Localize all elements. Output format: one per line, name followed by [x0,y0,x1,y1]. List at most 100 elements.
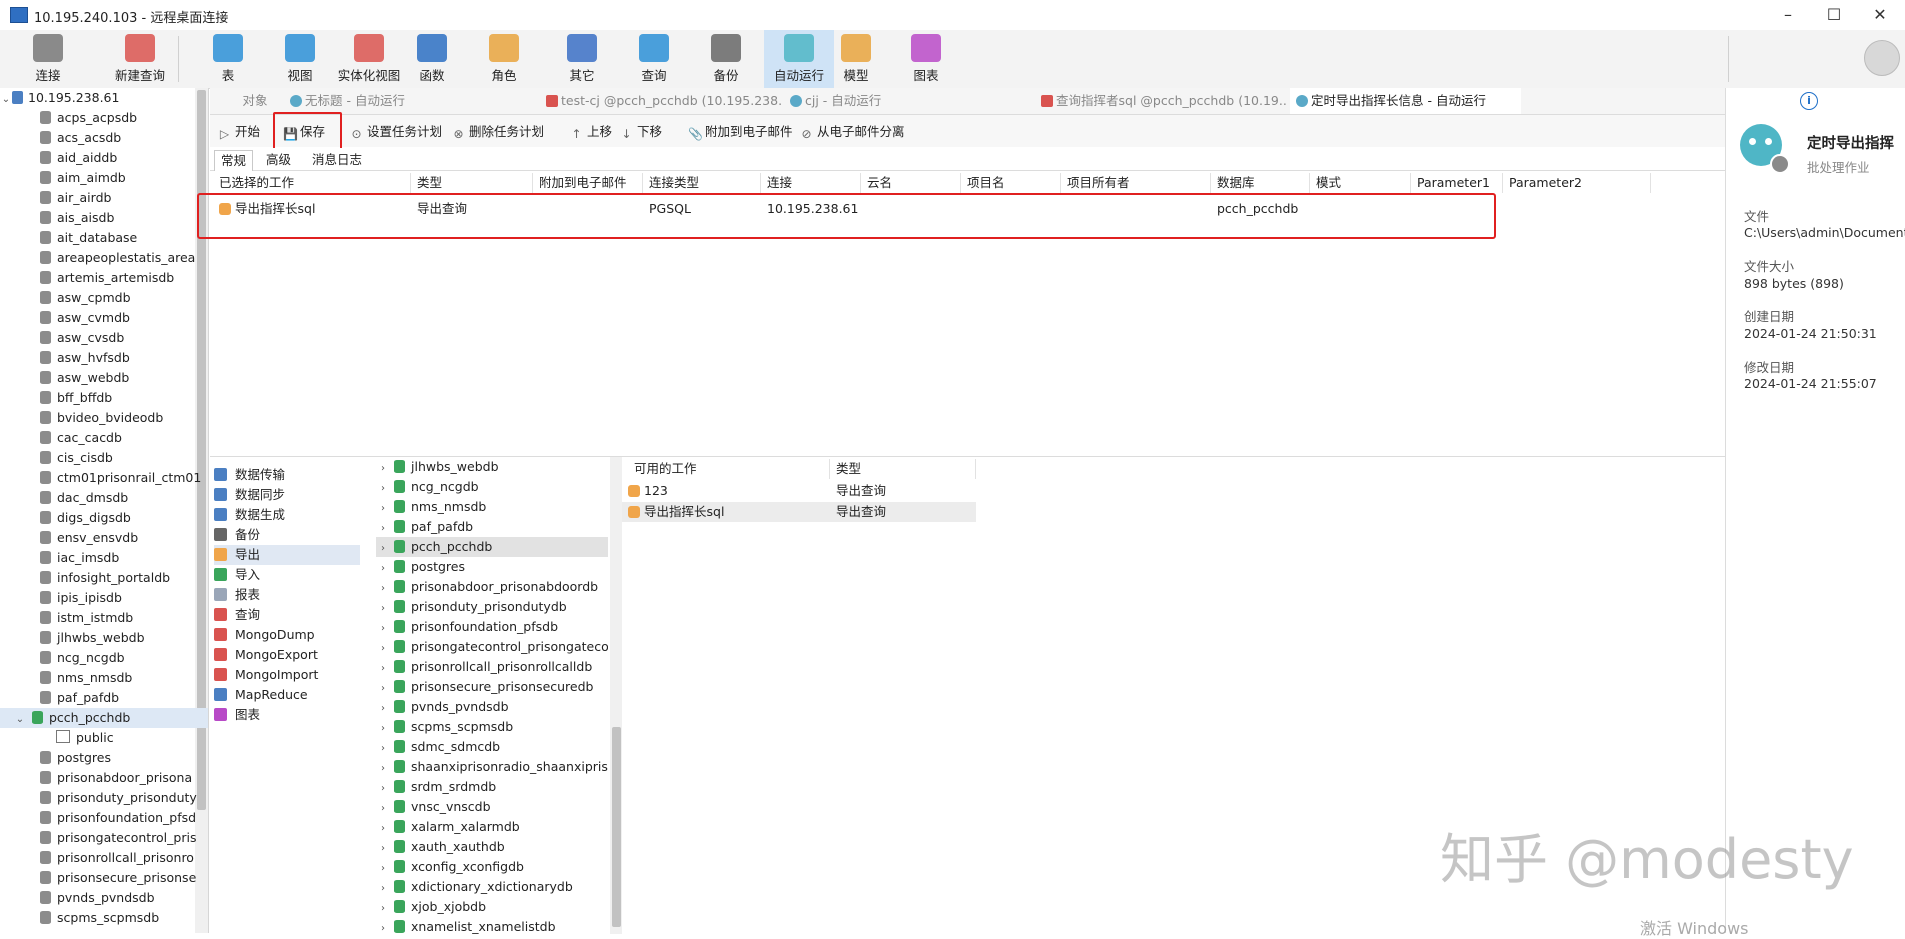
database-list-item[interactable]: › prisonfoundation_pfsdb [376,617,608,637]
chevron-right-icon[interactable]: › [376,879,390,897]
jobs-column-header[interactable]: Parameter1 [1411,173,1503,193]
database-list-item[interactable]: › pvnds_pvndsdb [376,697,608,717]
tree-database-item[interactable]: bff_bffdb [0,388,208,408]
ribbon-connect-button[interactable]: 连接 [24,30,72,88]
jobs-column-header[interactable]: 连接类型 [643,173,761,193]
database-list-item[interactable]: › ncg_ncgdb [376,477,608,497]
toolbar-button-schedule[interactable]: ⊙ 设置任务计划 [350,122,442,142]
available-row-work[interactable]: 123 [622,481,668,501]
database-list-item[interactable]: › xauth_xauthdb [376,837,608,857]
category-item[interactable]: 图表 [214,705,360,725]
maximize-button[interactable]: ☐ [1811,2,1857,28]
chevron-right-icon[interactable]: › [376,659,390,677]
available-column-header[interactable]: 类型 [830,459,976,479]
database-list-item[interactable]: › xnamelist_xnamelistdb [376,917,608,934]
jobs-column-header[interactable]: 云名 [861,173,961,193]
chevron-right-icon[interactable]: › [376,619,390,637]
tab-5[interactable]: 定时导出指挥长信息 - 自动运行 [1290,88,1521,114]
subtab-0[interactable]: 常规 [214,150,254,171]
toolbar-button-play[interactable]: ▷ 开始 [218,122,260,142]
jobs-column-header[interactable]: 项目所有者 [1061,173,1211,193]
database-list-item[interactable]: › shaanxiprisonradio_shaanxipriso [376,757,608,777]
category-item[interactable]: MongoDump [214,625,360,645]
tree-database-item[interactable]: asw_webdb [0,368,208,388]
ribbon-matview-button[interactable]: 实体化视图 [330,30,408,88]
toolbar-button-arrow-up[interactable]: ↑ 上移 [570,122,612,142]
ribbon-chart-button[interactable]: 图表 [908,30,944,88]
chevron-right-icon[interactable]: › [376,579,390,597]
jobs-column-header[interactable]: 类型 [411,173,533,193]
chevron-right-icon[interactable]: › [376,499,390,517]
toolbar-button-arrow-down[interactable]: ↓ 下移 [620,122,662,142]
ribbon-query-button[interactable]: 查询 [636,30,672,88]
jobs-column-header[interactable]: 数据库 [1211,173,1310,193]
ribbon-view-button[interactable]: 视图 [282,30,318,88]
tree-database-item[interactable]: prisonrollcall_prisonro [0,848,208,868]
database-list-item[interactable]: › prisongatecontrol_prisongatecor [376,637,608,657]
ribbon-role-button[interactable]: 角色 [486,30,522,88]
ribbon-newquery-button[interactable]: 新建查询 [96,30,184,88]
tree-database-item[interactable]: asw_cvsdb [0,328,208,348]
chevron-right-icon[interactable]: › [376,479,390,497]
database-list-scrollbar[interactable] [610,457,622,934]
tree-database-item[interactable]: asw_cpmdb [0,288,208,308]
tree-database-item[interactable]: acps_acpsdb [0,108,208,128]
tree-database-item[interactable]: istm_istmdb [0,608,208,628]
available-column-header[interactable]: 可用的工作 [628,459,830,479]
chevron-right-icon[interactable]: › [376,459,390,477]
database-list-item[interactable]: › paf_pafdb [376,517,608,537]
tree-database-item[interactable]: aim_aimdb [0,168,208,188]
database-list-item[interactable]: › xjob_xjobdb [376,897,608,917]
category-item[interactable]: 数据生成 [214,505,360,525]
tree-database-item[interactable]: nms_nmsdb [0,668,208,688]
database-list-item[interactable]: › sdmc_sdmcdb [376,737,608,757]
chevron-right-icon[interactable]: › [376,899,390,917]
tree-database-item[interactable]: areapeoplestatis_area [0,248,208,268]
chevron-right-icon[interactable]: › [376,799,390,817]
tree-database-item[interactable]: infosight_portaldb [0,568,208,588]
database-list-item[interactable]: › xalarm_xalarmdb [376,817,608,837]
tree-database-item[interactable]: prisongatecontrol_pris [0,828,208,848]
chevron-right-icon[interactable]: › [376,559,390,577]
tree-database-item[interactable]: ait_database [0,228,208,248]
tree-database-item[interactable]: prisonfoundation_pfsd [0,808,208,828]
tree-database-item[interactable]: ctm01prisonrail_ctm01 [0,468,208,488]
tree-database-item[interactable]: ensv_ensvdb [0,528,208,548]
tree-database-item[interactable]: ncg_ncgdb [0,648,208,668]
database-list-item[interactable]: › srdm_srdmdb [376,777,608,797]
chevron-right-icon[interactable]: › [376,779,390,797]
category-item[interactable]: 导入 [214,565,360,585]
tree-database-item[interactable]: ipis_ipisdb [0,588,208,608]
tree-database-item[interactable]: asw_hvfsdb [0,348,208,368]
chevron-right-icon[interactable]: › [376,739,390,757]
tree-database-item[interactable]: cac_cacdb [0,428,208,448]
ribbon-automation-button[interactable]: 自动运行 [764,30,834,88]
tab-2[interactable]: test-cj @pcch_pcchdb (10.195.238.61... [540,88,782,114]
tree-database-item[interactable]: artemis_artemisdb [0,268,208,288]
ribbon-backup-button[interactable]: 备份 [708,30,744,88]
chevron-down-icon[interactable]: ⌄ [0,90,12,108]
tab-3[interactable]: cjj - 自动运行 [784,88,1035,114]
jobs-column-header[interactable]: 已选择的工作 [213,173,411,193]
chevron-right-icon[interactable]: › [376,719,390,737]
chevron-right-icon[interactable]: › [376,639,390,657]
jobs-column-header[interactable]: 连接 [761,173,861,193]
tree-database-item[interactable]: bvideo_bvideodb [0,408,208,428]
tree-database-item[interactable]: air_airdb [0,188,208,208]
user-avatar-icon[interactable] [1864,40,1900,76]
chevron-right-icon[interactable]: › [376,839,390,857]
tree-database-item[interactable]: postgres [0,748,208,768]
tab-4[interactable]: 查询指挥者sql @pcch_pcchdb (10.19... [1035,88,1286,114]
database-list-item[interactable]: › jlhwbs_webdb [376,457,608,477]
category-item[interactable]: 报表 [214,585,360,605]
toolbar-button-attach[interactable]: 📎 附加到电子邮件 [688,122,793,142]
database-list-item[interactable]: › prisonabdoor_prisonabdoordb [376,577,608,597]
tree-database-item[interactable]: asw_cvmdb [0,308,208,328]
tree-database-item[interactable]: digs_digsdb [0,508,208,528]
tree-database-item[interactable]: iac_imsdb [0,548,208,568]
tree-database-item[interactable]: aid_aiddb [0,148,208,168]
tree-database-item[interactable]: prisonabdoor_prisona [0,768,208,788]
tree-database-item[interactable]: cis_cisdb [0,448,208,468]
toolbar-button-delete-schedule[interactable]: ⊗ 删除任务计划 [452,122,544,142]
toolbar-button-detach[interactable]: ⊘ 从电子邮件分离 [800,122,904,142]
